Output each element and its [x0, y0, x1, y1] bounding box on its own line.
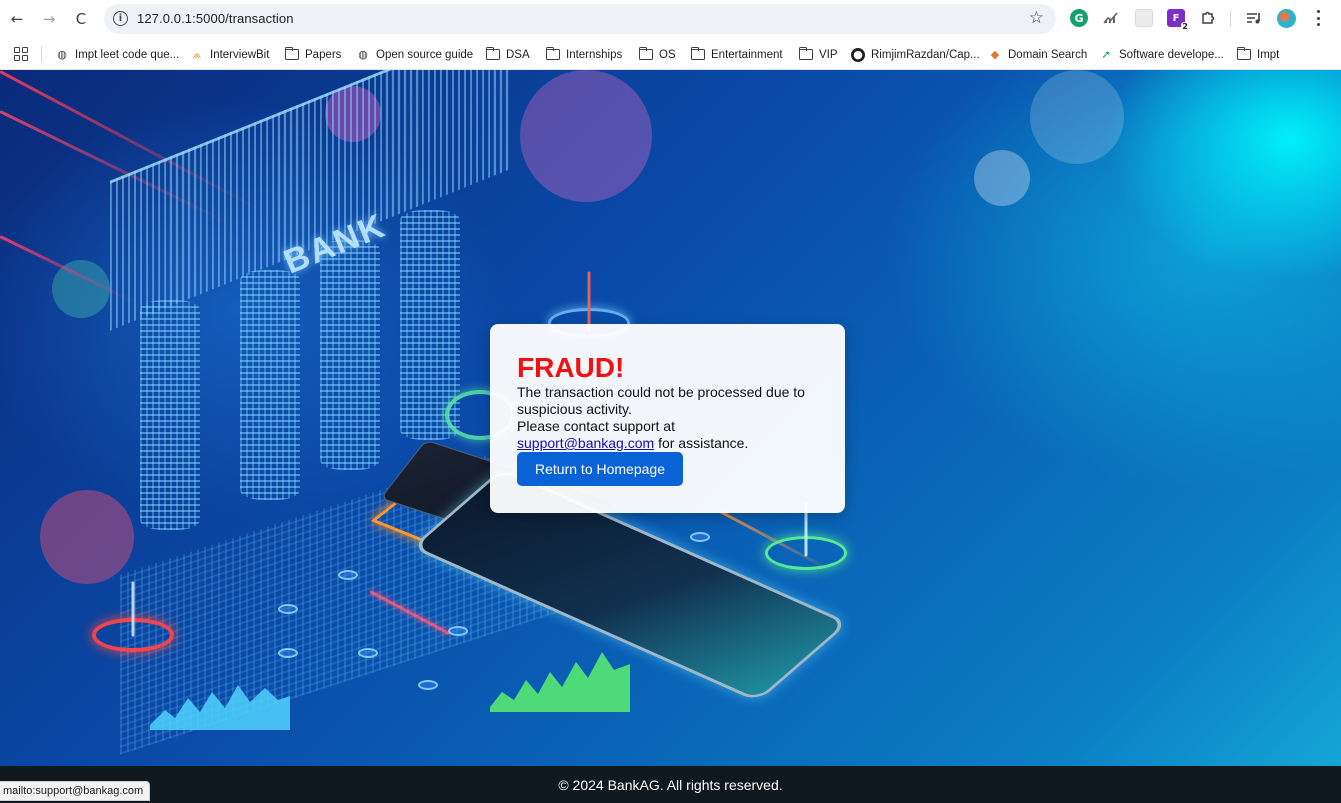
green-waveform — [490, 652, 630, 712]
globe-icon: ◍ — [57, 48, 67, 61]
bookmarks-bar: ◍ Impt leet code que... ⩕ InterviewBit Pap… — [0, 38, 1341, 70]
forward-arrow-icon: → — [42, 10, 56, 28]
alert-title: FRAUD! — [517, 352, 625, 383]
media-control-icon[interactable] — [1245, 9, 1263, 27]
back-arrow-icon: ← — [10, 10, 24, 28]
page-footer: © 2024 BankAG. All rights reserved. — [0, 766, 1341, 803]
folder-icon — [798, 46, 813, 60]
interviewbit-icon: ⩕ — [192, 47, 202, 61]
site-info-icon[interactable]: i — [113, 11, 128, 26]
bookmark-os[interactable]: OS — [638, 46, 676, 63]
bookmark-papers[interactable]: Papers — [284, 46, 341, 63]
reload-icon: C — [75, 10, 87, 28]
blank-extension-icon[interactable] — [1135, 9, 1153, 27]
return-to-homepage-button[interactable]: Return to Homepage — [517, 452, 683, 486]
bookmark-rimjimrazdan[interactable]: ● RimjimRazdan/Cap... — [851, 46, 980, 63]
browser-toolbar: ← → C i 127.0.0.1:5000/transaction ☆ G F… — [0, 0, 1341, 38]
bookmark-impt-leet-code[interactable]: ◍ Impt leet code que... — [55, 46, 179, 63]
bookmark-impt[interactable]: Impt — [1236, 46, 1279, 63]
address-bar[interactable]: i 127.0.0.1:5000/transaction ☆ — [104, 4, 1056, 34]
profile-avatar[interactable] — [1277, 9, 1296, 28]
bokeh-light — [1030, 70, 1124, 164]
chart-extension-icon[interactable] — [1102, 9, 1120, 27]
bookmark-software-developer[interactable]: ➚ Software develope... — [1099, 46, 1223, 63]
toolbar-divider — [1230, 11, 1231, 27]
bokeh-light — [974, 150, 1030, 206]
bank-column — [240, 270, 300, 500]
circuit-node — [448, 626, 468, 636]
bookmark-star-icon[interactable]: ☆ — [1029, 8, 1044, 28]
circuit-node — [418, 680, 438, 690]
footer-copyright: © 2024 BankAG. All rights reserved. — [558, 776, 783, 793]
circuit-node — [358, 648, 378, 658]
domain-search-icon: ◆ — [990, 48, 1000, 61]
bookmark-open-source-guide[interactable]: ◍ Open source guide — [356, 46, 473, 63]
circuit-node — [690, 532, 710, 542]
software-icon: ➚ — [1101, 48, 1111, 61]
globe-icon: ◍ — [358, 48, 368, 61]
support-email-link[interactable]: support@bankag.com — [517, 435, 654, 451]
circuit-node — [338, 570, 358, 580]
link-preview-status: mailto:support@bankag.com — [0, 781, 151, 801]
bokeh-light — [52, 260, 110, 318]
circuit-node — [278, 648, 298, 658]
bookmark-interviewbit[interactable]: ⩕ InterviewBit — [190, 46, 270, 63]
folder-icon — [545, 46, 560, 60]
fraud-alert-card: FRAUD! The transaction could not be proc… — [490, 324, 845, 513]
alert-line-2: Please contact support at — [517, 418, 675, 434]
laser-beam — [587, 271, 591, 332]
folder-icon — [1236, 46, 1251, 60]
bokeh-light — [520, 70, 652, 202]
bookmark-entertainment[interactable]: Entertainment — [690, 46, 783, 63]
bookmark-domain-search[interactable]: ◆ Domain Search — [988, 46, 1088, 63]
page-background: BANK FRAUD! The transaction could not be… — [0, 70, 1341, 766]
laser-beam — [131, 581, 135, 637]
reload-button[interactable]: C — [71, 9, 91, 29]
alert-line-3: for assistance. — [654, 435, 749, 451]
folder-icon — [638, 46, 653, 60]
purple-extension-icon[interactable]: F2 — [1167, 9, 1189, 31]
bank-column — [140, 300, 200, 530]
folder-icon — [485, 46, 500, 60]
cyan-waveform — [150, 685, 290, 730]
github-icon: ● — [851, 47, 865, 62]
extension-badge: 2 — [1181, 22, 1189, 31]
folder-icon — [690, 46, 705, 60]
bookmark-internships[interactable]: Internships — [545, 46, 622, 63]
bank-column — [320, 240, 380, 470]
alert-message: The transaction could not be processed d… — [517, 384, 827, 452]
bookmarks-divider — [41, 46, 42, 62]
apps-grid-icon[interactable] — [14, 47, 28, 61]
back-button[interactable]: ← — [7, 9, 27, 29]
folder-icon — [284, 46, 299, 60]
alert-line-1: The transaction could not be processed d… — [517, 384, 805, 417]
bookmark-vip[interactable]: VIP — [798, 46, 838, 63]
url-text[interactable]: 127.0.0.1:5000/transaction — [137, 11, 294, 26]
forward-button[interactable]: → — [39, 9, 59, 29]
browser-menu-icon[interactable] — [1309, 8, 1327, 28]
circuit-node — [278, 604, 298, 614]
extensions-puzzle-icon[interactable] — [1199, 9, 1217, 27]
grammarly-extension-icon[interactable]: G — [1070, 9, 1088, 27]
bookmark-dsa[interactable]: DSA — [485, 46, 530, 63]
